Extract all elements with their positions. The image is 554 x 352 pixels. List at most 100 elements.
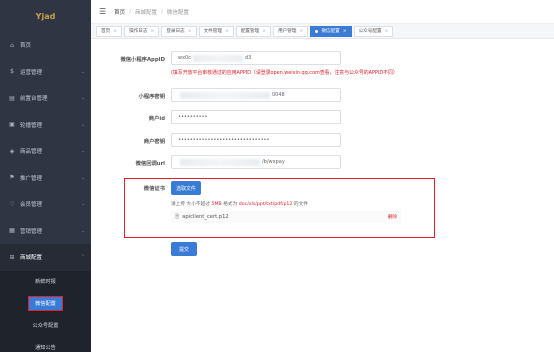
- document-icon: 🗎: [175, 213, 180, 220]
- sidebar-subitem[interactable]: 通知公告: [0, 336, 91, 352]
- close-icon[interactable]: ×: [385, 29, 389, 34]
- sidebar-item[interactable]: $ 运营管理 ⌄: [0, 59, 91, 86]
- upload-size-limit: 5MB: [211, 202, 222, 207]
- sidebar-item[interactable]: ⚑ 推广管理 ⌄: [0, 165, 91, 192]
- mchid-input[interactable]: ••••••••••: [171, 110, 341, 124]
- tab[interactable]: 公众号配置 ×: [353, 25, 394, 37]
- appid-row: 微信小程序AppID wx0c d3: [91, 51, 554, 65]
- tab[interactable]: 文件管理 ×: [198, 25, 234, 37]
- sidebar-item-label: 推广管理: [20, 175, 43, 182]
- redacted-blur: [180, 158, 260, 166]
- secret-input[interactable]: 0048: [171, 88, 341, 102]
- cert-label: 微信证书: [143, 186, 165, 192]
- chevron-icon: ⌄: [80, 148, 85, 155]
- notify-url-row: 微信回调url /b/wxpay: [91, 155, 554, 169]
- tab[interactable]: 操作日志 ×: [124, 25, 160, 37]
- sidebar-item-icon: ▤: [9, 94, 15, 102]
- submit-button[interactable]: 提交: [171, 242, 197, 256]
- chevron-icon: ⌄: [80, 227, 85, 234]
- tab-label: 配置管理: [240, 29, 260, 34]
- sidebar-item-icon: ♡: [9, 200, 15, 208]
- tab-label: 操作日志: [129, 29, 148, 34]
- sidebar-item[interactable]: ⌂ 首页: [0, 32, 91, 59]
- redacted-blur: [180, 91, 270, 99]
- sidebar-item-label: 会员管理: [20, 202, 43, 209]
- sidebar-item[interactable]: ⊞ 商城配置 ⌃: [0, 244, 91, 271]
- close-icon[interactable]: ×: [113, 29, 117, 34]
- sidebar: Yjad ⌂ 首页 $ 运营管理 ⌄ ▤ 前置台管理 ⌄ ▣ 轮播管理 ⌄ ◈ 商品管理 ⌄ ⚑ 推广管理 ⌄ ♡…: [0, 0, 91, 352]
- breadcrumb-home[interactable]: 首页: [114, 8, 125, 16]
- choose-file-button[interactable]: 选取文件: [171, 181, 201, 195]
- tab-label: 首页: [101, 29, 111, 34]
- close-icon[interactable]: ×: [188, 29, 192, 34]
- sidebar-item-label: 商品管理: [20, 149, 43, 156]
- chevron-icon: ⌃: [80, 254, 85, 261]
- breadcrumb-current: 微信配置: [166, 9, 189, 16]
- chevron-icon: ⌄: [80, 121, 85, 128]
- menu-toggle-icon[interactable]: ☰: [99, 7, 106, 16]
- secret-value-end: 0048: [272, 92, 285, 98]
- tab-label: 微信配置: [321, 29, 340, 34]
- chevron-icon: ⌄: [80, 201, 85, 208]
- sidebar-item[interactable]: ▤ 前置台管理 ⌄: [0, 85, 91, 112]
- redacted-blur: [192, 54, 243, 62]
- upload-formats: doc/xls/ppt/txt/pdf/p12: [238, 202, 293, 207]
- sidebar-item-icon: ▦: [9, 227, 15, 235]
- close-icon[interactable]: ×: [262, 29, 266, 34]
- active-dot-icon: [315, 29, 319, 33]
- sidebar-item-label: 前置台管理: [20, 96, 48, 103]
- sidebar-item-icon: ⊞: [9, 253, 15, 261]
- chevron-icon: ⌄: [80, 95, 85, 102]
- notify-url-label: 微信回调url: [135, 161, 165, 167]
- sidebar-item[interactable]: ♡ 会员管理 ⌄: [0, 191, 91, 218]
- sidebar-subitem[interactable]: 新鲜时报: [0, 270, 91, 293]
- sidebar-item[interactable]: ▣ 轮播管理 ⌄: [0, 112, 91, 139]
- appid-hint: (填写开放平台审核通过的应用APPID（请登录open.weixin.qq.co…: [171, 70, 398, 76]
- upload-hint-text: 的文件: [292, 202, 308, 207]
- tab-bar: 首页 × 操作日志 × 登录日志 × 文件管理 × 配置管理 × 用户管理 × 微信配置 × 公众号配置 ×: [91, 24, 554, 39]
- upload-hint: 请上传 大小不超过 5MB 格式为 doc/xls/ppt/txt/pdf/p1…: [171, 201, 308, 207]
- notify-url-input[interactable]: /b/wxpay: [171, 155, 341, 169]
- sidebar-nav: ⌂ 首页 $ 运营管理 ⌄ ▤ 前置台管理 ⌄ ▣ 轮播管理 ⌄ ◈ 商品管理 ⌄ ⚑ 推广管理 ⌄ ♡ 会员管理 ⌄…: [0, 32, 91, 352]
- tab[interactable]: 用户管理 ×: [273, 25, 309, 37]
- main-content: 微信小程序AppID wx0c d3 (填写开放平台审核通过的应用APPID（请登…: [91, 39, 554, 352]
- close-icon[interactable]: ×: [299, 29, 303, 34]
- appid-value-start: wx0c: [178, 55, 191, 61]
- appid-label: 微信小程序AppID: [120, 57, 165, 63]
- close-icon[interactable]: ×: [343, 29, 347, 34]
- sidebar-item[interactable]: ◈ 商品管理 ⌄: [0, 138, 91, 165]
- top-header: ☰ 首页 / 商城配置 / 微信配置: [91, 0, 554, 24]
- sidebar-item-icon: ⌂: [10, 41, 14, 49]
- delete-file-link[interactable]: 删除: [388, 214, 397, 220]
- close-icon[interactable]: ×: [150, 29, 154, 34]
- appid-value-end: d3: [244, 55, 252, 61]
- notify-url-value-end: /b/wxpay: [262, 159, 285, 165]
- sidebar-item[interactable]: ▦ 营销管理 ⌄: [0, 218, 91, 245]
- close-icon[interactable]: ×: [225, 29, 229, 34]
- mchid-row: 商户id ••••••••••: [91, 110, 554, 124]
- sidebar-subitem[interactable]: 公众号配置: [0, 314, 91, 337]
- breadcrumb-separator: /: [161, 8, 163, 15]
- sidebar-item-label: 运营管理: [20, 69, 43, 76]
- tab[interactable]: 登录日志 ×: [161, 25, 197, 37]
- tab-label: 登录日志: [166, 29, 185, 34]
- upload-hint-text: 格式为: [221, 202, 239, 207]
- appid-input[interactable]: wx0c d3: [171, 51, 341, 65]
- sidebar-item-label: 商城配置: [20, 255, 43, 262]
- app-logo: Yjad: [0, 0, 91, 32]
- sidebar-item-icon: ▣: [9, 121, 15, 129]
- breadcrumb-section[interactable]: 商城配置: [135, 8, 157, 16]
- sidebar-item-icon: ◈: [9, 147, 15, 155]
- sidebar-subitem[interactable]: 微信配置: [0, 292, 91, 315]
- chevron-icon: ⌄: [80, 68, 85, 75]
- uploaded-file-item[interactable]: 🗎 apiclient_cert.p12 删除: [171, 211, 401, 223]
- tab[interactable]: 配置管理 ×: [235, 25, 272, 37]
- breadcrumb-separator: /: [129, 8, 132, 15]
- mchkey-input[interactable]: •••••••••••••••••••••••••••••••: [171, 133, 341, 147]
- tab[interactable]: 微信配置 ×: [310, 25, 352, 37]
- sidebar-item-icon: ⚑: [9, 174, 15, 182]
- sidebar-item-icon: $: [10, 68, 14, 76]
- file-name: apiclient_cert.p12: [182, 214, 229, 220]
- tab[interactable]: 首页 ×: [96, 25, 123, 37]
- logo-text: Yjad: [35, 11, 56, 21]
